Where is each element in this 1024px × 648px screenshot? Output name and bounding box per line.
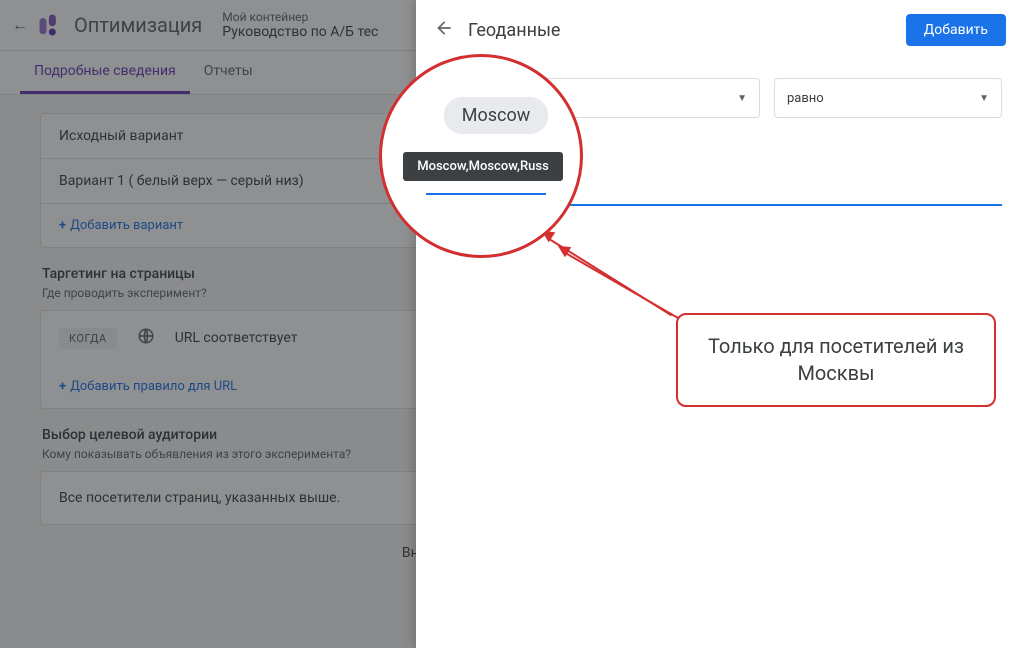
zoom-input-underline	[426, 193, 546, 195]
panel-back-icon[interactable]	[434, 18, 454, 42]
dropdown-caret-icon: ▼	[979, 93, 989, 104]
match-type-value: равно	[787, 91, 824, 106]
match-type-select[interactable]: равно ▼	[774, 78, 1002, 118]
annotation-callout: Только для посетителей из Москвы	[676, 313, 996, 407]
add-button[interactable]: Добавить	[906, 14, 1006, 46]
panel-title: Геоданные	[468, 20, 906, 41]
zoom-city-chip: Moscow	[444, 97, 548, 134]
dropdown-caret-icon: ▼	[737, 93, 747, 104]
zoom-tooltip: Moscow,Moscow,Russ	[403, 152, 563, 181]
panel-header: Геоданные Добавить	[416, 0, 1024, 60]
zoom-lens-annotation: Moscow Moscow,Moscow,Russ	[379, 54, 583, 258]
